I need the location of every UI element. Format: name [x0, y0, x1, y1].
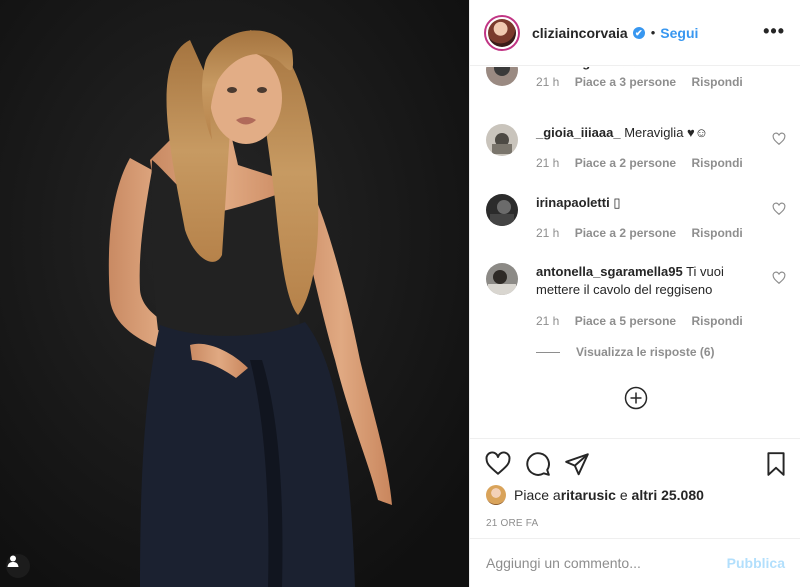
comment-meta: 21 h Piace a 2 persone Rispondi — [536, 226, 755, 240]
reply-button[interactable]: Rispondi — [691, 156, 742, 170]
comment-likes[interactable]: Piace a 2 persone — [575, 226, 676, 240]
author-username[interactable]: cliziaincorvaia — [532, 25, 628, 41]
heart-icon[interactable] — [485, 451, 511, 477]
comment-avatar[interactable] — [486, 263, 518, 295]
liker-avatar[interactable] — [486, 485, 506, 505]
likes-prefix: Piace a — [514, 487, 561, 503]
comment-username[interactable]: _gioia_iiiaaa_ — [536, 125, 621, 140]
post-time-ago[interactable]: 21 ORE FA — [486, 518, 538, 529]
publish-button[interactable]: Pubblica — [727, 555, 785, 571]
comment-likes[interactable]: Piace a 5 persone — [575, 314, 676, 328]
post-photo[interactable] — [0, 0, 469, 587]
replies-divider — [536, 351, 560, 353]
author-avatar[interactable] — [484, 14, 520, 51]
comment-item: irinapaoletti ▯ 21 h Piace a 2 persone R… — [486, 194, 786, 254]
comment-avatar[interactable] — [486, 67, 518, 86]
comment-time: 21 h — [536, 156, 560, 170]
comment-body: ♥ ♥ ♥ ♥ — [608, 67, 650, 70]
liker-username[interactable]: ritarusic — [561, 487, 616, 503]
comment-body: ▯ — [613, 195, 621, 210]
comment-username[interactable]: irinapaoletti — [536, 195, 610, 210]
likes-middle: e — [615, 487, 632, 503]
post-header: cliziaincorvaia ✔ • Segui ••• — [470, 0, 800, 66]
comment-text: _gioia_iiiaaa_ Meraviglia ♥☺ — [536, 124, 764, 142]
more-options-icon[interactable]: ••• — [763, 22, 785, 40]
comment-meta: 21 h Piace a 2 persone Rispondi — [536, 156, 755, 170]
comment-text: artismaglie ♥ ♥ ♥ ♥ — [536, 67, 764, 72]
comment-text: antonella_sgaramella95 Ti vuoi mettere i… — [536, 263, 764, 299]
comment-heart-icon[interactable] — [772, 132, 786, 146]
verified-badge-icon: ✔ — [632, 26, 645, 39]
comment-item: antonella_sgaramella95 Ti vuoi mettere i… — [486, 263, 786, 343]
likes-others-link[interactable]: altri 25.080 — [632, 487, 704, 503]
add-comment-bar: Pubblica — [470, 538, 800, 587]
comment-username[interactable]: antonella_sgaramella95 — [536, 264, 683, 279]
plus-circle-icon[interactable] — [624, 386, 648, 410]
comment-meta: 21 h Piace a 3 persone Rispondi — [536, 75, 755, 89]
reply-button[interactable]: Rispondi — [691, 314, 742, 328]
comment-time: 21 h — [536, 226, 560, 240]
follow-button[interactable]: Segui — [660, 25, 698, 41]
comment-username[interactable]: artismaglie — [536, 67, 605, 70]
comment-input[interactable] — [486, 555, 727, 571]
comment-body: Meraviglia ♥☺ — [624, 125, 709, 140]
comment-icon[interactable] — [525, 451, 551, 477]
comment-heart-icon[interactable] — [772, 202, 786, 216]
reply-button[interactable]: Rispondi — [691, 226, 742, 240]
view-replies-label: Visualizza le risposte (6) — [576, 345, 715, 359]
comments-list[interactable]: artismaglie ♥ ♥ ♥ ♥ 21 h Piace a 3 perso… — [470, 67, 800, 438]
comment-likes[interactable]: Piace a 2 persone — [575, 156, 676, 170]
comment-likes[interactable]: Piace a 3 persone — [575, 75, 676, 89]
comment-meta: 21 h Piace a 5 persone Rispondi — [536, 314, 755, 328]
post-side-panel: cliziaincorvaia ✔ • Segui ••• artismagli… — [469, 0, 800, 587]
share-icon[interactable] — [564, 451, 590, 477]
bookmark-icon[interactable] — [763, 451, 789, 477]
comment-time: 21 h — [536, 314, 560, 328]
comment-time: 21 h — [536, 75, 560, 89]
header-separator: • — [650, 25, 656, 40]
user-tag-icon[interactable] — [6, 554, 30, 578]
post-photo-illustration — [0, 0, 469, 587]
comment-item: _gioia_iiiaaa_ Meraviglia ♥☺ 21 h Piace … — [486, 124, 786, 184]
comment-text: irinapaoletti ▯ — [536, 194, 764, 212]
comment-heart-icon[interactable] — [772, 271, 786, 285]
comment-item: artismaglie ♥ ♥ ♥ ♥ 21 h Piace a 3 perso… — [486, 67, 786, 114]
comment-avatar[interactable] — [486, 194, 518, 226]
likes-summary: Piace a ritarusic e altri 25.080 — [486, 485, 704, 505]
view-replies-button[interactable]: Visualizza le risposte (6) — [536, 345, 715, 359]
reply-button[interactable]: Rispondi — [691, 75, 742, 89]
comment-avatar[interactable] — [486, 124, 518, 156]
